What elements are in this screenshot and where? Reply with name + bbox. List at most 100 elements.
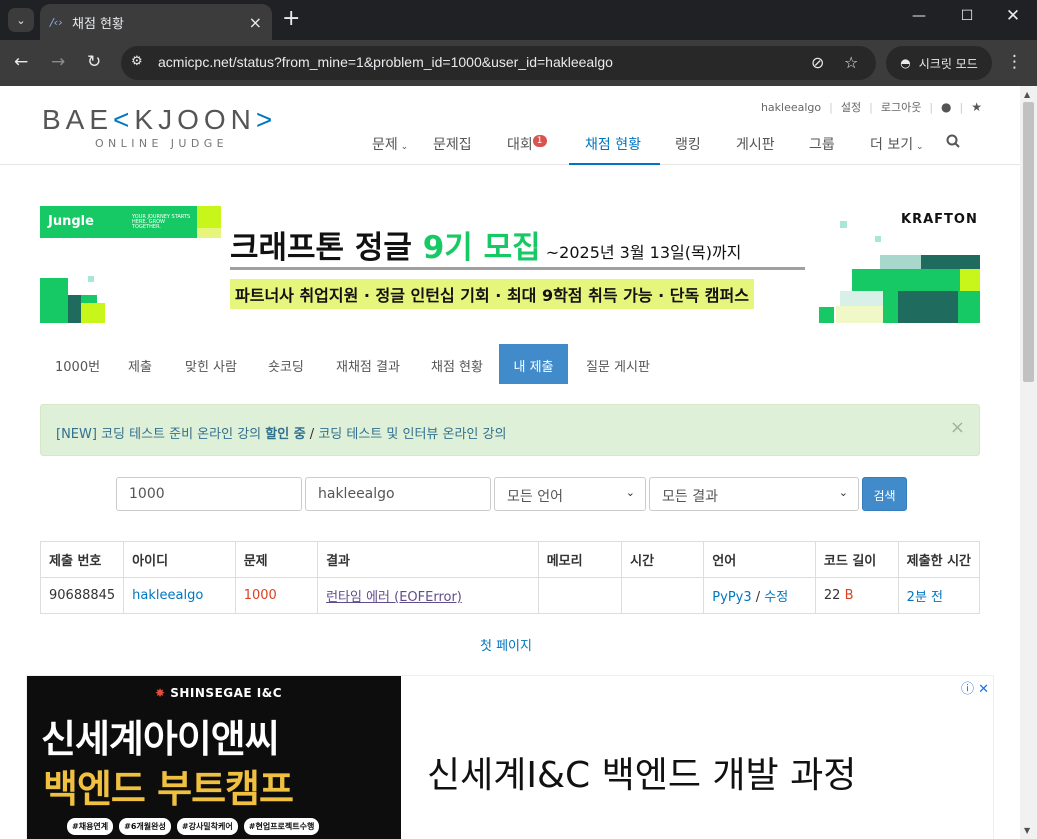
logo-bracket-icon: > <box>255 104 278 135</box>
col-header-memory: 메모리 <box>537 541 623 578</box>
ad-headline[interactable]: 신세계I&C 백엔드 개발 과정 <box>427 746 856 798</box>
bookmark-star-icon[interactable]: ☆ <box>844 53 858 72</box>
nav-item-ranking[interactable]: 랭킹 <box>675 134 701 165</box>
deco-block <box>819 307 834 323</box>
deco-block <box>88 276 94 282</box>
tab-search-icon[interactable]: ⌄ <box>8 8 34 32</box>
url-text[interactable]: acmicpc.net/status?from_mine=1&problem_i… <box>158 54 613 70</box>
nav-label: 랭킹 <box>675 137 701 153</box>
tab-solved-users[interactable]: 맞힌 사람 <box>185 344 237 384</box>
page-scrollbar[interactable]: ▲ ▼ <box>1020 86 1037 839</box>
logout-link[interactable]: 로그아웃 <box>881 99 921 115</box>
browser-tab[interactable]: /‹› 채점 현황 × <box>40 4 272 40</box>
new-tab-icon[interactable]: + <box>282 6 300 31</box>
incognito-icon: ◓ <box>900 56 911 70</box>
chevron-down-icon: ⌄ <box>913 142 924 152</box>
ad-tag: #채용연계 <box>67 818 114 835</box>
ad-brand-text: SHINSEGAE I&C <box>170 686 283 700</box>
deco-block <box>197 228 221 238</box>
nav-item-board[interactable]: 게시판 <box>736 134 775 165</box>
col-header-code-length: 코드 길이 <box>814 541 899 578</box>
status-table: 제출 번호 아이디 문제 결과 메모리 시간 언어 코드 길이 제출한 시간 9… <box>39 541 981 614</box>
forward-icon[interactable]: → <box>51 52 65 72</box>
nav-item-contest[interactable]: 대회 1 <box>507 134 547 165</box>
nav-item-problems[interactable]: 문제 ⌄ <box>372 134 408 165</box>
back-icon[interactable]: ← <box>14 52 28 72</box>
deco-block <box>960 269 980 291</box>
ad-tag: #현업프로젝트수행 <box>243 818 320 835</box>
user-id-input[interactable]: hakleealgo <box>305 477 491 511</box>
result-select[interactable]: 모든 결과 ⌄ <box>649 477 859 511</box>
cell-user-link[interactable]: hakleealgo <box>132 588 203 603</box>
cell-edit-link[interactable]: 수정 <box>764 590 788 605</box>
tab-qna-board[interactable]: 질문 게시판 <box>586 344 650 384</box>
cell-submitted-time[interactable]: 2분 전 <box>907 590 943 605</box>
window-close-icon[interactable]: ✕ <box>1001 6 1025 26</box>
alert-link-interview[interactable]: 코딩 테스트 및 인터뷰 온라인 강의 <box>318 427 506 442</box>
incognito-indicator[interactable]: ◓ 시크릿 모드 <box>886 46 992 80</box>
ad-image-line1: 신세계아이앤씨 <box>41 717 280 761</box>
page-viewport: BAE<KJOON> ONLINE JUDGE hakleealgo | 설정 … <box>0 86 1037 839</box>
cell-result-link[interactable]: 런타임 에러 (EOFError) <box>326 590 462 605</box>
tab-short-coding[interactable]: 숏코딩 <box>268 344 304 384</box>
tab-submit[interactable]: 제출 <box>128 344 152 384</box>
ad-info-icon[interactable]: ⓘ ✕ <box>961 678 989 697</box>
krafton-jungle-banner[interactable]: Jungle YOUR JOURNEY STARTS HERE. GROW TO… <box>40 206 980 323</box>
tab-status[interactable]: 채점 현황 <box>431 344 483 384</box>
browser-titlebar: ⌄ /‹› 채점 현황 × + — ☐ ✕ <box>0 0 1037 40</box>
jungle-tagline: YOUR JOURNEY STARTS HERE. GROW TOGETHER. <box>132 214 191 230</box>
table-row: 90688845 hakleealgo 1000 런타임 에러 (EOFErro… <box>39 577 981 614</box>
table-header-row: 제출 번호 아이디 문제 결과 메모리 시간 언어 코드 길이 제출한 시간 <box>39 541 981 578</box>
settings-link[interactable]: 설정 <box>841 99 861 115</box>
site-logo[interactable]: BAE<KJOON> ONLINE JUDGE <box>42 104 277 150</box>
nav-label: 그룹 <box>809 137 835 153</box>
banner-title: 크래프톤 정글 9기 모집 ~2025년 3월 13일(목)까지 <box>230 222 741 267</box>
first-page-link[interactable]: 첫 페이지 <box>480 635 532 654</box>
nav-item-group[interactable]: 그룹 <box>809 134 835 165</box>
maximize-icon[interactable]: ☐ <box>955 8 979 24</box>
reload-icon[interactable]: ↻ <box>87 52 101 72</box>
deco-block <box>836 306 883 323</box>
tab-close-icon[interactable]: × <box>249 13 262 32</box>
cell-code-unit-link[interactable]: B <box>845 588 854 603</box>
ad-tag: #6개월완성 <box>119 818 171 835</box>
search-icon[interactable] <box>946 134 960 165</box>
language-select-value: 모든 언어 <box>507 489 563 505</box>
problem-id-input[interactable]: 1000 <box>116 477 302 511</box>
ad-image: ✸ SHINSEGAE I&C 신세계아이앤씨 백엔드 부트캠프 #채용연계 #… <box>27 676 401 839</box>
scroll-down-icon[interactable]: ▼ <box>1024 826 1030 835</box>
minimize-icon[interactable]: — <box>907 8 931 24</box>
address-bar[interactable]: ⚙ acmicpc.net/status?from_mine=1&problem… <box>121 46 876 80</box>
nav-item-more[interactable]: 더 보기 ⌄ <box>870 134 924 165</box>
deco-block <box>958 291 980 323</box>
username-link[interactable]: hakleealgo <box>761 101 821 114</box>
scroll-up-icon[interactable]: ▲ <box>1024 90 1030 99</box>
advertisement[interactable]: ✸ SHINSEGAE I&C 신세계아이앤씨 백엔드 부트캠프 #채용연계 #… <box>26 675 994 839</box>
tab-my-submissions[interactable]: 내 제출 <box>499 344 568 384</box>
site-info-icon[interactable]: ⚙ <box>131 54 143 69</box>
language-globe-icon[interactable]: ● <box>941 100 951 114</box>
chevron-down-icon: ⌄ <box>625 486 635 499</box>
close-icon[interactable]: × <box>950 417 965 438</box>
result-select-value: 모든 결과 <box>662 489 718 505</box>
site-header: BAE<KJOON> ONLINE JUDGE hakleealgo | 설정 … <box>0 86 1020 165</box>
tab-problem[interactable]: 1000번 <box>55 344 100 384</box>
nav-item-workbook[interactable]: 문제집 <box>433 134 472 165</box>
alert-link-lecture[interactable]: [NEW] 코딩 테스트 준비 온라인 강의 할인 중 <box>56 427 306 442</box>
deco-block <box>840 291 883 306</box>
tab-title: 채점 현황 <box>72 16 124 32</box>
language-select[interactable]: 모든 언어 ⌄ <box>494 477 646 511</box>
divider: | <box>959 100 964 114</box>
cell-language-link[interactable]: PyPy3 <box>712 590 751 605</box>
col-header-submission-id: 제출 번호 <box>39 541 125 578</box>
nav-item-status[interactable]: 채점 현황 <box>569 134 660 165</box>
eye-off-icon[interactable]: ⊘ <box>811 53 824 72</box>
browser-menu-icon[interactable]: ⋮ <box>1006 52 1023 72</box>
alert-separator: / <box>305 427 319 442</box>
cell-problem-link[interactable]: 1000 <box>244 588 277 603</box>
cell-time <box>621 577 705 614</box>
search-button[interactable]: 검색 <box>862 477 907 511</box>
favorite-star-icon[interactable]: ★ <box>971 100 982 114</box>
tab-rejudge[interactable]: 재채점 결과 <box>336 344 400 384</box>
scrollbar-thumb[interactable] <box>1023 102 1034 382</box>
